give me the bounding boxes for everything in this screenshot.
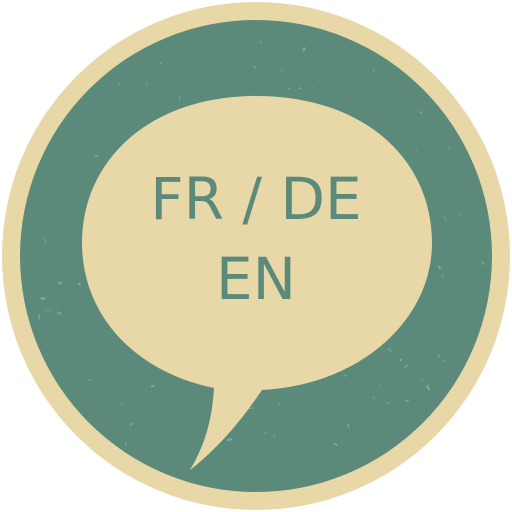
texture-speck bbox=[159, 61, 162, 64]
texture-speck bbox=[318, 80, 321, 83]
texture-speck bbox=[87, 378, 92, 382]
language-pair-text: FR / DE bbox=[150, 165, 362, 233]
texture-speck bbox=[46, 310, 51, 312]
texture-speck bbox=[38, 313, 40, 320]
target-language-text: EN bbox=[215, 245, 297, 313]
texture-speck bbox=[443, 359, 446, 362]
language-badge-icon: FR / DE EN bbox=[0, 0, 512, 512]
